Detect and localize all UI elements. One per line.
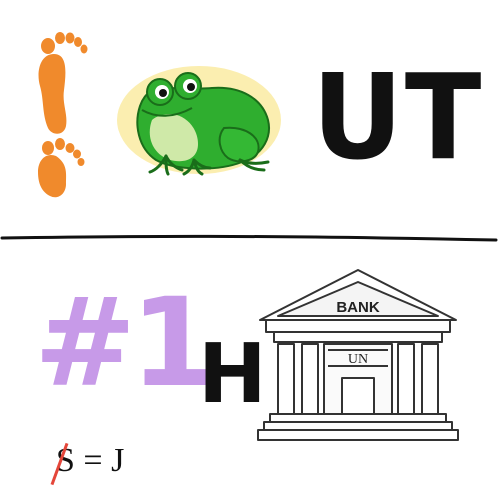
bank-sign-text: BANK xyxy=(336,299,379,316)
equals-j-text: = J xyxy=(83,442,125,479)
substitution-rule: S = J xyxy=(50,442,125,486)
bank-building-icon: BANK UN xyxy=(257,269,459,441)
rebus-puzzle: UT #1 S = J H BANK UN xyxy=(0,0,500,500)
footprints-icon xyxy=(38,32,88,198)
frog-icon xyxy=(117,66,281,176)
bank-inner-text: UN xyxy=(348,352,368,367)
number-one-label: #1 xyxy=(34,272,215,414)
divider-line xyxy=(0,234,498,242)
rebus-text-ut: UT xyxy=(312,48,484,186)
struck-letter: S xyxy=(50,442,75,486)
